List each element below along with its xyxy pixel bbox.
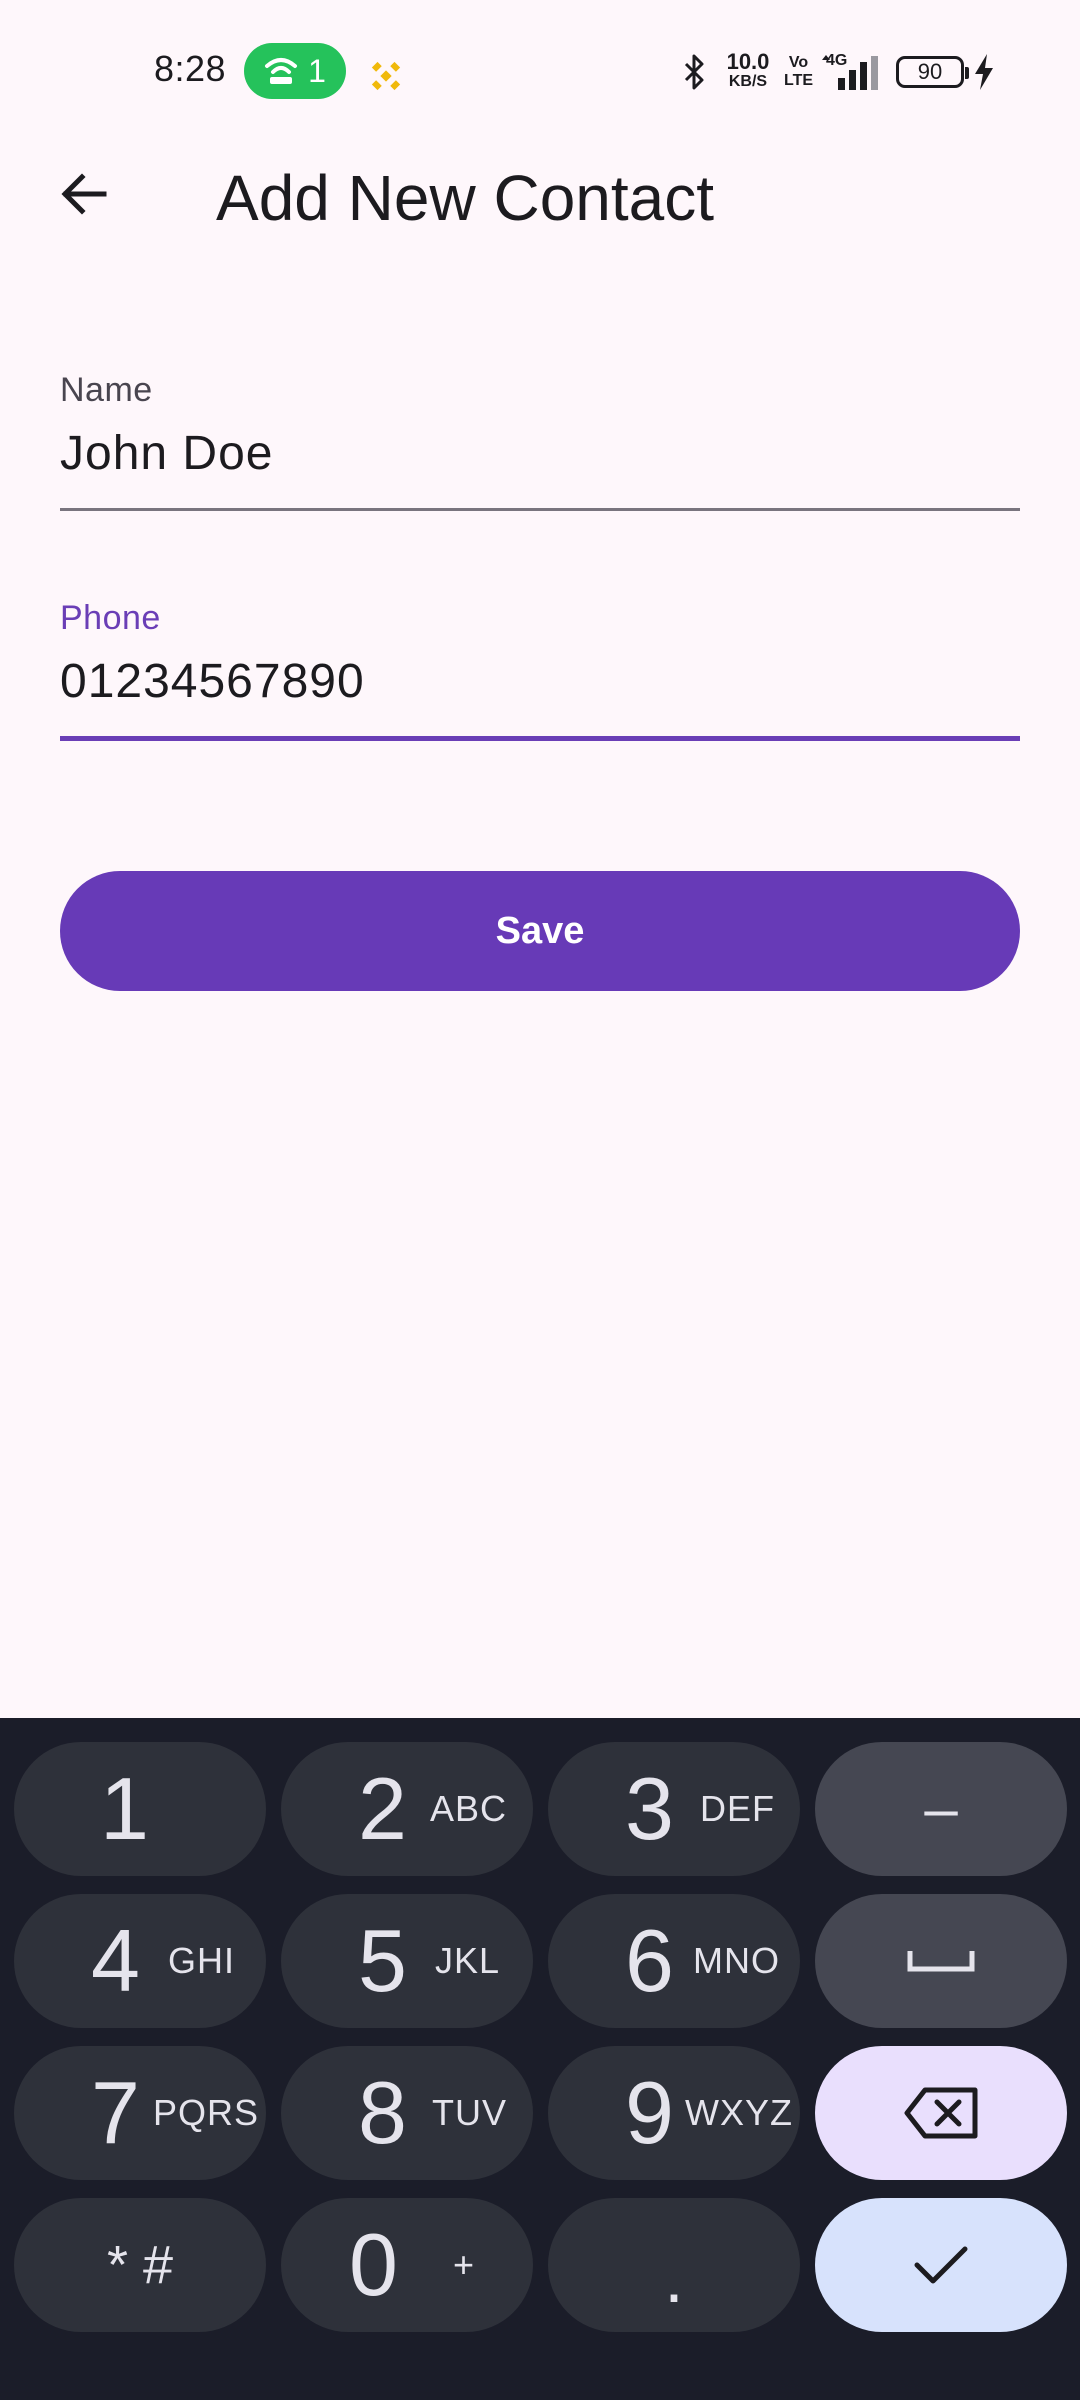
key-7-letters: PQRS: [153, 2092, 260, 2133]
volte-bottom: LTE: [784, 72, 814, 89]
key-space[interactable]: [815, 1894, 1067, 2028]
back-button[interactable]: [40, 150, 128, 238]
name-input[interactable]: John Doe: [60, 426, 1020, 482]
key-done[interactable]: [815, 2198, 1067, 2332]
key-5[interactable]: 5 JKL: [281, 1894, 533, 2028]
key-2-letters: ABC: [430, 1788, 508, 1829]
key-3-letters: DEF: [700, 1788, 775, 1829]
network-speed: 10.0 KB/S: [722, 49, 774, 92]
name-label: Name: [60, 371, 153, 409]
arrow-back-icon: [61, 173, 107, 215]
key-dot[interactable]: .: [548, 2198, 800, 2332]
volte-indicator: Vo LTE: [784, 54, 813, 90]
key-3[interactable]: 3 DEF: [548, 1742, 800, 1876]
key-8[interactable]: 8 TUV: [281, 2046, 533, 2180]
page-title: Add New Contact: [216, 162, 715, 234]
key-6-digit: 6: [625, 1911, 674, 2010]
key-0-digit: 0: [349, 2215, 398, 2314]
key-backspace[interactable]: [815, 2046, 1067, 2180]
key-9-letters: WXYZ: [685, 2092, 793, 2133]
hotspot-indicator: 1: [244, 43, 346, 99]
name-field[interactable]: Name John Doe: [60, 370, 1020, 512]
phone-field[interactable]: Phone 01234567890: [60, 598, 1020, 742]
key-6[interactable]: 6 MNO: [548, 1894, 800, 2028]
key-4[interactable]: 4 GHI: [14, 1894, 266, 2028]
key-9-digit: 9: [625, 2063, 674, 2162]
phone-underline: [60, 736, 1020, 741]
key-5-digit: 5: [358, 1911, 407, 2010]
key-1[interactable]: 1: [14, 1742, 266, 1876]
key-1-digit: 1: [100, 1759, 149, 1858]
status-time: 8:28: [154, 48, 227, 89]
binance-icon: [371, 61, 401, 91]
status-bar: 8:28 1 10.0 KB/S Vo LTE 4G 90: [0, 0, 1080, 144]
key-8-digit: 8: [358, 2063, 407, 2162]
key-star-hash-symbol: * #: [106, 2235, 174, 2295]
key-dash[interactable]: –: [815, 1742, 1067, 1876]
key-0-plus: +: [453, 2244, 476, 2285]
key-5-letters: JKL: [435, 1940, 501, 1981]
battery-indicator: 90: [896, 56, 969, 88]
key-3-digit: 3: [625, 1759, 674, 1858]
phone-label: Phone: [60, 599, 161, 637]
battery-level: 90: [917, 59, 943, 84]
hotspot-count: 1: [308, 52, 326, 89]
name-underline: [60, 508, 1020, 511]
backspace-icon: [904, 2087, 978, 2139]
key-4-letters: GHI: [168, 1940, 236, 1981]
key-7-digit: 7: [91, 2063, 140, 2162]
phone-input[interactable]: 01234567890: [60, 654, 1020, 710]
key-0[interactable]: 0 +: [281, 2198, 533, 2332]
key-6-letters: MNO: [693, 1940, 780, 1981]
check-icon: [914, 2246, 968, 2284]
key-8-letters: TUV: [432, 2092, 507, 2133]
signal-icon: [822, 55, 878, 90]
network-speed-value: 10.0: [726, 49, 770, 74]
key-9[interactable]: 9 WXYZ: [548, 2046, 800, 2180]
key-2[interactable]: 2 ABC: [281, 1742, 533, 1876]
hotspot-icon: [265, 58, 298, 84]
key-dash-symbol: –: [924, 1775, 958, 1842]
bluetooth-icon: [684, 54, 704, 90]
key-7[interactable]: 7 PQRS: [14, 2046, 266, 2180]
key-2-digit: 2: [358, 1759, 407, 1858]
numeric-keyboard: 1 2 ABC 3 DEF – 4 GHI 5 JKL 6 MNO 7 PQRS…: [0, 1718, 1080, 2400]
charging-icon: [975, 54, 993, 90]
key-star-hash[interactable]: * #: [14, 2198, 266, 2332]
space-icon: [907, 1951, 975, 1972]
key-4-digit: 4: [91, 1911, 140, 2010]
volte-top: Vo: [788, 54, 809, 71]
key-dot-symbol: .: [664, 2239, 684, 2318]
save-button[interactable]: Save: [60, 871, 1020, 991]
network-speed-unit: KB/S: [728, 73, 768, 90]
